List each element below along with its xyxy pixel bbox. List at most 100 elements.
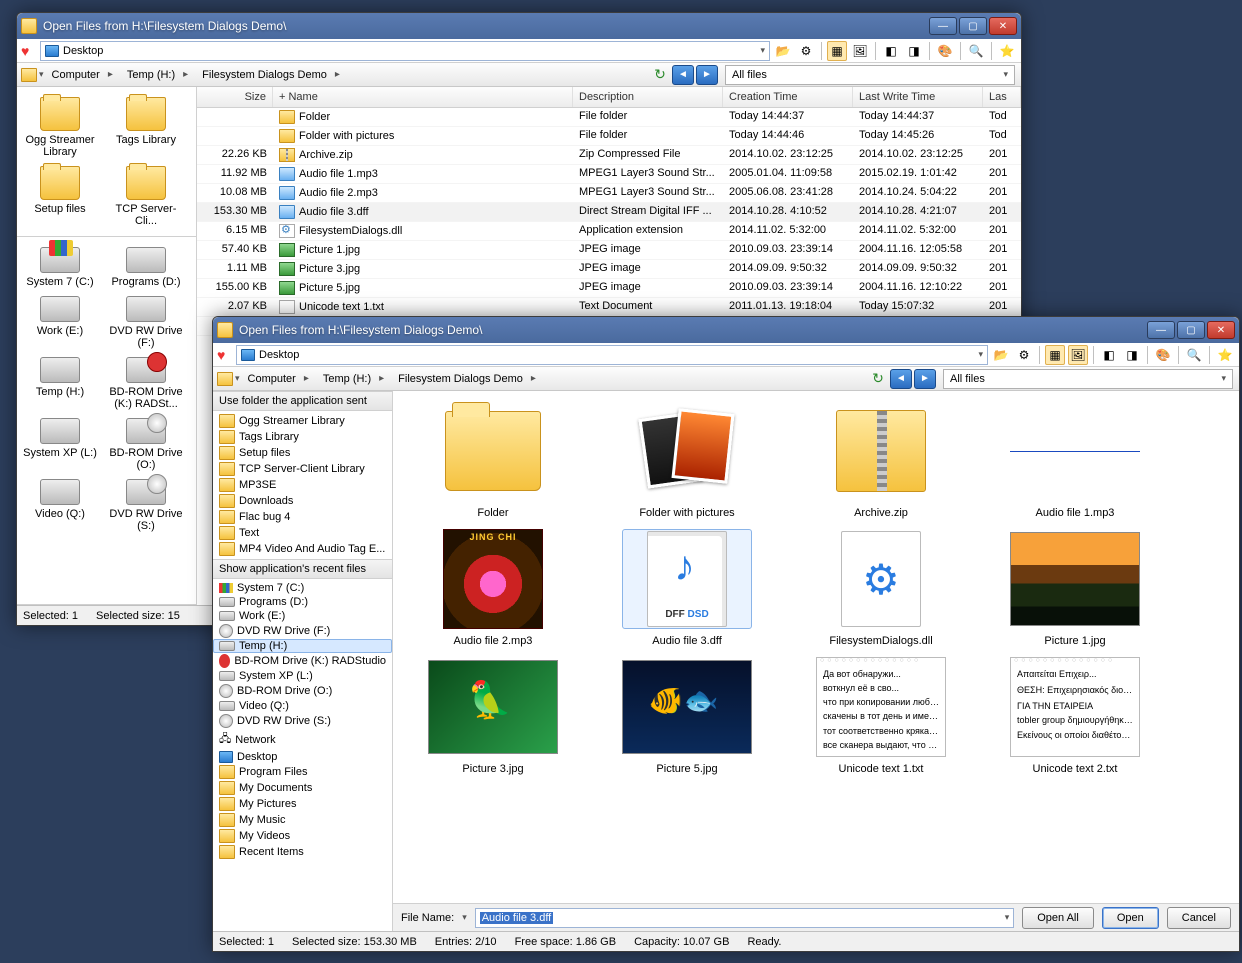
col-lastwrite[interactable]: Last Write Time (853, 87, 983, 107)
table-row[interactable]: 10.08 MBAudio file 2.mp3MPEG1 Layer3 Sou… (197, 184, 1021, 203)
places-item[interactable]: My Pictures (213, 796, 392, 812)
tree-item[interactable]: MP4 Video And Audio Tag E... (213, 541, 392, 557)
col-name[interactable]: + Name (273, 87, 573, 107)
quick-folder-item[interactable]: Tags Library (103, 93, 189, 162)
places-item[interactable]: My Music (213, 812, 392, 828)
thumb-item[interactable]: Folder with pictures (597, 401, 777, 519)
thumb-item[interactable]: Folder (403, 401, 583, 519)
col-desc[interactable]: Description (573, 87, 723, 107)
chevron-down-icon[interactable]: ▾ (978, 349, 983, 360)
chevron-down-icon[interactable]: ▾ (462, 912, 467, 923)
titlebar[interactable]: Open Files from H:\Filesystem Dialogs De… (213, 317, 1239, 343)
tree-item[interactable]: Flac bug 4 (213, 509, 392, 525)
path-combo[interactable]: Desktop ▾ (236, 345, 988, 365)
view-details-icon[interactable]: ▦ (827, 41, 847, 61)
places-item[interactable]: Desktop (213, 750, 392, 764)
table-row[interactable]: Folder with picturesFile folderToday 14:… (197, 127, 1021, 146)
chevron-down-icon[interactable]: ▾ (760, 45, 765, 56)
column-headers[interactable]: Size + Name Description Creation Time La… (197, 87, 1021, 108)
places-item[interactable]: Video (Q:) (213, 699, 392, 713)
places-item[interactable]: Recent Items (213, 844, 392, 860)
drive-item[interactable]: Work (E:) (17, 292, 103, 353)
open-folder-icon[interactable]: 📂 (773, 41, 793, 61)
places-item[interactable]: Work (E:) (213, 609, 392, 623)
panel2-icon[interactable]: ◨ (1122, 345, 1142, 365)
col-creation[interactable]: Creation Time (723, 87, 853, 107)
open-folder-icon[interactable]: 📂 (991, 345, 1011, 365)
drive-item[interactable]: Programs (D:) (103, 243, 189, 292)
maximize-button[interactable]: ▢ (1177, 321, 1205, 339)
close-button[interactable]: ✕ (989, 17, 1017, 35)
cancel-button[interactable]: Cancel (1167, 907, 1231, 929)
tree-item[interactable]: MP3SE (213, 477, 392, 493)
places-item[interactable]: BD-ROM Drive (K:) RADStudio (213, 653, 392, 669)
thumb-item[interactable]: Picture 5.jpg (597, 657, 777, 775)
nav-back-button[interactable]: ◄ (890, 369, 912, 389)
nav-fwd-button[interactable]: ► (914, 369, 936, 389)
places-item[interactable]: My Videos (213, 828, 392, 844)
thumb-item[interactable]: Audio file 2.mp3 (403, 529, 583, 647)
close-button[interactable]: ✕ (1207, 321, 1235, 339)
drive-item[interactable]: DVD RW Drive (F:) (103, 292, 189, 353)
thumb-item[interactable]: ♪DFF DSDAudio file 3.dff (597, 529, 777, 647)
titlebar[interactable]: Open Files from H:\Filesystem Dialogs De… (17, 13, 1021, 39)
star-icon[interactable]: ⭐ (1215, 345, 1235, 365)
thumb-item[interactable]: Да вот обнаружи...воткнул её в сво...что… (791, 657, 971, 775)
places-item[interactable]: Temp (H:) (213, 639, 392, 653)
view-details-icon[interactable]: ▦ (1045, 345, 1065, 365)
table-row[interactable]: 57.40 KBPicture 1.jpgJPEG image2010.09.0… (197, 241, 1021, 260)
search-icon[interactable]: 🔍 (1184, 345, 1204, 365)
thumb-item[interactable]: Picture 3.jpg (403, 657, 583, 775)
table-row[interactable]: 11.92 MBAudio file 1.mp3MPEG1 Layer3 Sou… (197, 165, 1021, 184)
crumb-computer[interactable]: Computer (242, 371, 315, 387)
file-filter-combo[interactable]: All files ▾ (725, 65, 1015, 85)
filename-input[interactable]: Audio file 3.dff ▾ (475, 908, 1015, 928)
nav-back-button[interactable]: ◄ (672, 65, 694, 85)
maximize-button[interactable]: ▢ (959, 17, 987, 35)
table-row[interactable]: 22.26 KBArchive.zipZip Compressed File20… (197, 146, 1021, 165)
drive-item[interactable]: Video (Q:) (17, 475, 103, 536)
col-lastaccess[interactable]: Las (983, 87, 1021, 107)
col-size[interactable]: Size (197, 87, 273, 107)
refresh-icon[interactable]: ↻ (867, 369, 889, 389)
drive-item[interactable]: BD-ROM Drive (O:) (103, 414, 189, 475)
view-thumbs-icon[interactable]: 🖼 (1068, 345, 1088, 365)
refresh-icon[interactable]: ↻ (649, 65, 671, 85)
search-icon[interactable]: 🔍 (966, 41, 986, 61)
tree-item[interactable]: Tags Library (213, 429, 392, 445)
tree-item[interactable]: TCP Server-Client Library (213, 461, 392, 477)
drive-item[interactable]: DVD RW Drive (S:) (103, 475, 189, 536)
gear-icon[interactable]: ⚙ (796, 41, 816, 61)
places-item[interactable]: DVD RW Drive (F:) (213, 623, 392, 639)
quick-folder-item[interactable]: Ogg Streamer Library (17, 93, 103, 162)
view-thumbs-icon[interactable]: 🖼 (850, 41, 870, 61)
star-icon[interactable]: ⭐ (997, 41, 1017, 61)
pane-header-recent[interactable]: Show application's recent files (213, 559, 392, 579)
table-row[interactable]: 153.30 MBAudio file 3.dffDirect Stream D… (197, 203, 1021, 222)
thumb-item[interactable]: Απαιτείται Επιχειρ...ΘΕΣΗ: Επιχειρησιακό… (985, 657, 1165, 775)
drive-item[interactable]: BD-ROM Drive (K:) RADSt... (103, 353, 189, 414)
gear-icon[interactable]: ⚙ (1014, 345, 1034, 365)
pane-header-app-folder[interactable]: Use folder the application sent (213, 391, 392, 411)
thumb-item[interactable]: Picture 1.jpg (985, 529, 1165, 647)
quick-folder-item[interactable]: TCP Server-Cli... (103, 162, 189, 231)
tree-item[interactable]: Ogg Streamer Library (213, 413, 392, 429)
drive-item[interactable]: System XP (L:) (17, 414, 103, 475)
crumb-temp[interactable]: Temp (H:) (121, 67, 194, 83)
places-item[interactable]: DVD RW Drive (S:) (213, 713, 392, 729)
favorite-icon[interactable]: ♥ (217, 347, 233, 363)
places-item[interactable]: My Documents (213, 780, 392, 796)
drive-item[interactable]: Temp (H:) (17, 353, 103, 414)
drive-item[interactable]: System 7 (C:) (17, 243, 103, 292)
places-item[interactable]: 🖧Network (213, 729, 392, 750)
places-item[interactable]: BD-ROM Drive (O:) (213, 683, 392, 699)
file-filter-combo[interactable]: All files ▾ (943, 369, 1233, 389)
tree-item[interactable]: Setup files (213, 445, 392, 461)
tree-item[interactable]: Text (213, 525, 392, 541)
favorite-icon[interactable]: ♥ (21, 43, 37, 59)
quick-folder-item[interactable]: Setup files (17, 162, 103, 231)
thumb-item[interactable]: ⚙FilesystemDialogs.dll (791, 529, 971, 647)
tree-item[interactable]: Downloads (213, 493, 392, 509)
color-icon[interactable]: 🎨 (1153, 345, 1173, 365)
thumbnail-grid[interactable]: FolderFolder with picturesArchive.zipAud… (393, 391, 1239, 903)
